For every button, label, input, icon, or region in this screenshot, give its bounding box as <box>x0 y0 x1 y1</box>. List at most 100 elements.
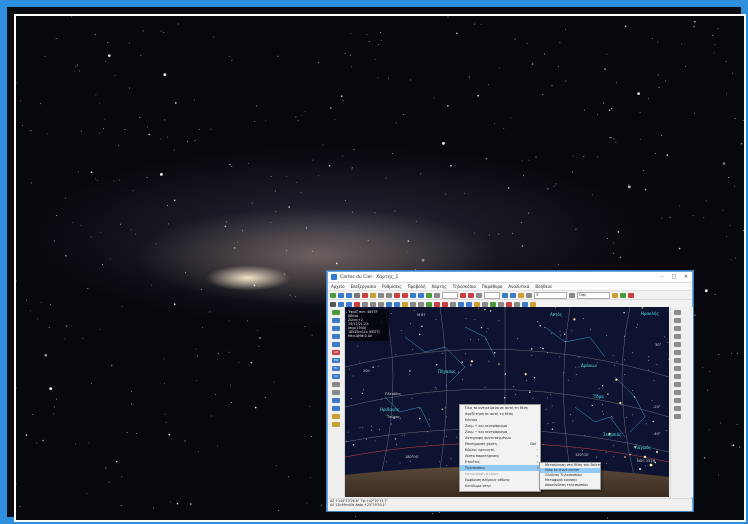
chart-star[interactable] <box>605 451 607 453</box>
right-tool-icon[interactable] <box>674 374 681 379</box>
config-icon[interactable] <box>362 292 368 298</box>
chart-star[interactable] <box>359 427 361 429</box>
chart-star[interactable] <box>571 330 573 332</box>
chart-star[interactable] <box>624 374 626 375</box>
chart-star[interactable] <box>664 336 665 338</box>
chart-star[interactable] <box>636 326 638 328</box>
west-icon[interactable] <box>332 342 340 347</box>
chart-star[interactable] <box>563 372 565 374</box>
chart-star[interactable] <box>412 349 414 350</box>
chart-star[interactable] <box>632 352 633 354</box>
pencil-icon[interactable] <box>612 292 618 298</box>
south-icon[interactable] <box>332 326 340 331</box>
chart-star[interactable] <box>596 456 597 458</box>
minimize-button[interactable]: – <box>656 272 668 282</box>
chart-star[interactable] <box>419 408 420 410</box>
lines-icon[interactable] <box>362 301 368 307</box>
right-tool-icon[interactable] <box>674 318 681 323</box>
chart-star[interactable] <box>498 363 500 365</box>
chart-star[interactable] <box>377 366 379 367</box>
chart-star[interactable] <box>513 386 515 388</box>
menu-detail[interactable]: Αναλυτικά <box>508 284 529 289</box>
chart-star[interactable] <box>445 385 447 387</box>
chart-star[interactable] <box>525 380 527 382</box>
fits-icon[interactable] <box>450 301 456 307</box>
chart-star[interactable] <box>390 313 392 314</box>
chart-star[interactable] <box>363 389 364 391</box>
boundary-icon[interactable] <box>370 301 376 307</box>
chart-star[interactable] <box>542 347 544 350</box>
chart-star[interactable] <box>559 356 561 358</box>
chart-star[interactable] <box>552 422 554 424</box>
chart-star[interactable] <box>583 318 584 319</box>
flip-h-icon[interactable] <box>332 382 340 387</box>
chart-star[interactable] <box>601 385 604 387</box>
chart-star[interactable] <box>570 414 571 415</box>
chart-star[interactable] <box>517 338 519 340</box>
galactic-mode-button[interactable]: Gl <box>332 374 340 379</box>
chart-star[interactable] <box>616 361 618 362</box>
chart-star[interactable] <box>400 330 402 331</box>
play-icon[interactable] <box>468 292 474 298</box>
chart-star[interactable] <box>602 413 604 415</box>
exit-icon[interactable] <box>628 292 634 298</box>
grid-icon[interactable] <box>410 292 416 298</box>
chart-star[interactable] <box>565 341 566 343</box>
chart-star[interactable] <box>575 366 577 368</box>
chart-star[interactable] <box>665 430 667 431</box>
right-tool-icon[interactable] <box>674 414 681 419</box>
chart-star[interactable] <box>559 331 561 332</box>
chart-star[interactable] <box>439 461 441 462</box>
chart-star[interactable] <box>572 420 574 422</box>
chart-star[interactable] <box>349 368 350 370</box>
label-ngc[interactable]: NGC 2516 <box>637 459 655 463</box>
object-combo[interactable]: Όψη <box>577 291 610 299</box>
chart-star[interactable] <box>446 416 447 418</box>
chart-star[interactable] <box>545 408 547 410</box>
redo-icon[interactable] <box>332 422 340 427</box>
menu-edit[interactable]: Επεξεργασία <box>351 284 377 289</box>
chart-star[interactable] <box>533 376 536 379</box>
right-tool-icon[interactable] <box>674 398 681 403</box>
zoom-icon[interactable] <box>332 310 340 315</box>
chart-star[interactable] <box>419 417 421 420</box>
bolt-icon[interactable] <box>506 301 512 307</box>
chart-star[interactable] <box>478 339 479 340</box>
satellite-icon[interactable] <box>498 301 504 307</box>
chart-star[interactable] <box>641 307 643 309</box>
milkyway-icon[interactable] <box>378 301 384 307</box>
chart-star[interactable] <box>446 436 447 437</box>
chart-star[interactable] <box>351 398 352 399</box>
chart-star[interactable] <box>531 348 533 350</box>
compass-icon[interactable] <box>522 301 528 307</box>
refresh-icon[interactable] <box>620 292 626 298</box>
chart-star[interactable] <box>504 373 506 375</box>
right-tool-icon[interactable] <box>674 390 681 395</box>
stop-icon[interactable] <box>460 292 466 298</box>
chart-star[interactable] <box>359 361 361 363</box>
menu-help[interactable]: Βοήθεια <box>535 284 551 289</box>
context-menu-item[interactable]: Κλείδωμα στην <box>460 483 540 489</box>
chart-star[interactable] <box>612 445 614 447</box>
chart-star[interactable] <box>480 326 483 329</box>
chart-star[interactable] <box>404 434 406 436</box>
chart-star[interactable] <box>645 423 647 425</box>
cursor-icon[interactable] <box>330 301 336 307</box>
chart-star[interactable] <box>484 308 486 311</box>
zoom-in-icon[interactable] <box>378 292 384 298</box>
chart-star[interactable] <box>654 461 656 464</box>
chart-star[interactable] <box>456 436 458 438</box>
chart-star[interactable] <box>601 410 603 412</box>
chart-star[interactable] <box>426 431 428 433</box>
right-tool-icon[interactable] <box>674 350 681 355</box>
horizon-icon[interactable] <box>394 301 400 307</box>
chart-star[interactable] <box>544 327 546 328</box>
chart-star[interactable] <box>347 431 349 433</box>
chart-star[interactable] <box>498 320 500 322</box>
chart-star[interactable] <box>582 450 583 452</box>
label-pegasus[interactable]: Πήγασος <box>438 369 456 374</box>
chart-star[interactable] <box>436 364 438 366</box>
chart-star[interactable] <box>474 319 476 320</box>
chart-star[interactable] <box>667 342 669 343</box>
chart-star[interactable] <box>624 359 625 361</box>
